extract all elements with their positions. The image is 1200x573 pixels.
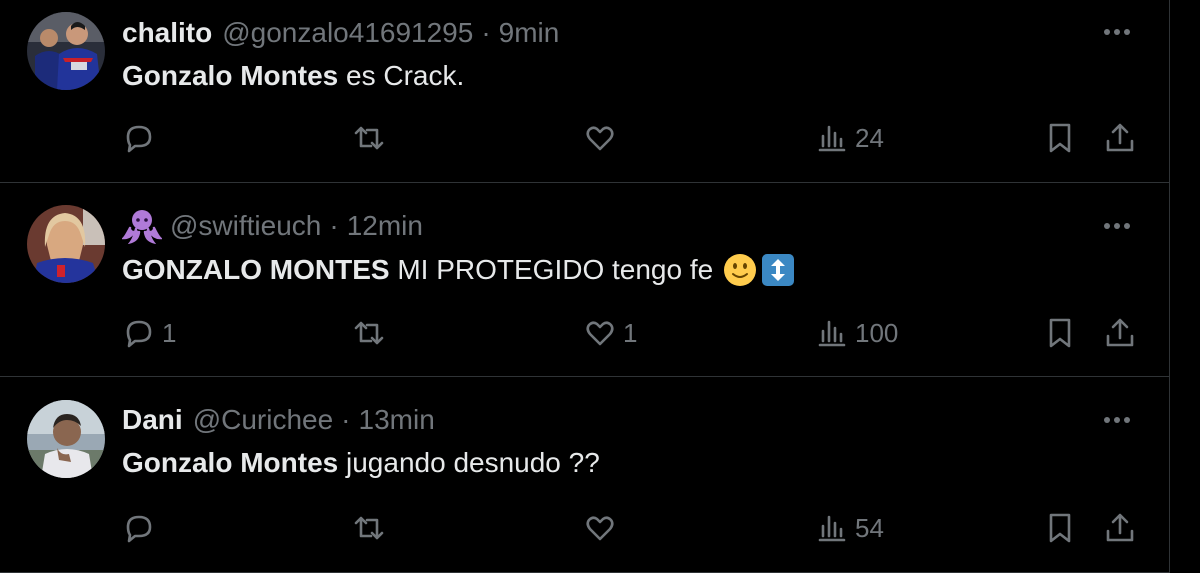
separator: · xyxy=(329,210,339,241)
share-button[interactable] xyxy=(1103,508,1137,548)
avatar-photo-football-player xyxy=(27,12,105,90)
bookmark-icon xyxy=(1049,123,1071,153)
share-icon xyxy=(1106,318,1134,347)
tweet-text-rest: es Crack. xyxy=(338,60,465,91)
share-button[interactable] xyxy=(1103,313,1137,353)
retweet-button[interactable] xyxy=(352,313,392,353)
reply-icon xyxy=(126,320,152,348)
bookmark-button[interactable] xyxy=(1043,118,1077,158)
views-count: 24 xyxy=(855,122,884,153)
heart-icon xyxy=(586,321,614,346)
tweet-text: Gonzalo Montes jugando desnudo ?? xyxy=(122,447,600,479)
tweet-3[interactable]: Dani @Curichee · 13min Gonzalo Montes ju… xyxy=(0,377,1169,573)
separator: · xyxy=(341,404,351,435)
separator: · xyxy=(481,17,491,48)
more-options-icon[interactable] xyxy=(1099,404,1135,436)
retweet-button[interactable] xyxy=(352,118,392,158)
share-icon xyxy=(1106,513,1134,542)
like-button[interactable] xyxy=(583,118,623,158)
views-chart-icon xyxy=(818,515,846,542)
share-icon xyxy=(1106,123,1134,152)
bookmark-button[interactable] xyxy=(1043,508,1077,548)
like-button[interactable]: 1 xyxy=(583,313,637,353)
action-bar: 54 xyxy=(0,508,1169,548)
tweet-text: Gonzalo Montes es Crack. xyxy=(122,60,464,92)
retweet-icon xyxy=(354,321,384,345)
retweet-icon xyxy=(354,516,384,540)
tweet-text: GONZALO MONTES MI PROTEGIDO tengo fe xyxy=(122,253,795,287)
reply-icon xyxy=(126,125,152,153)
user-handle[interactable]: @swiftieuch xyxy=(170,210,321,242)
reply-button[interactable] xyxy=(122,118,162,158)
tweet-header: @swiftieuch · 12min xyxy=(122,208,423,244)
views-chart-icon xyxy=(818,125,846,152)
up-down-arrow-icon xyxy=(762,254,795,286)
views-button[interactable]: 100 xyxy=(815,313,898,353)
timestamp[interactable]: 12min xyxy=(347,210,423,242)
share-button[interactable] xyxy=(1103,118,1137,158)
tweet-text-bold: Gonzalo Montes xyxy=(122,447,339,478)
views-button[interactable]: 54 xyxy=(815,508,884,548)
timestamp[interactable]: 9min xyxy=(499,17,560,49)
tweet-header: chalito @gonzalo41691295 · 9min xyxy=(122,15,559,51)
avatar-photo-person-outdoors xyxy=(27,400,105,478)
bookmark-icon xyxy=(1049,513,1071,543)
tweet-text-bold: GONZALO MONTES xyxy=(122,254,390,285)
heart-icon xyxy=(586,126,614,151)
tweet-text-rest: MI PROTEGIDO tengo fe xyxy=(389,254,714,285)
reply-feed: chalito @gonzalo41691295 · 9min Gonzalo … xyxy=(0,0,1170,573)
reply-button[interactable] xyxy=(122,508,162,548)
avatar-photo-person-in-jersey xyxy=(27,205,105,283)
display-name[interactable]: chalito xyxy=(122,17,212,49)
user-handle[interactable]: @gonzalo41691295 xyxy=(222,17,473,49)
avatar[interactable] xyxy=(27,400,105,478)
avatar[interactable] xyxy=(27,12,105,90)
tweet-header: Dani @Curichee · 13min xyxy=(122,402,435,438)
action-bar: 24 xyxy=(0,118,1169,158)
tweet-text-bold: Gonzalo Montes xyxy=(122,60,339,91)
like-button[interactable] xyxy=(583,508,623,548)
views-button[interactable]: 24 xyxy=(815,118,884,158)
reply-count: 1 xyxy=(162,317,177,348)
avatar[interactable] xyxy=(27,205,105,283)
bookmark-icon xyxy=(1049,318,1071,348)
views-count: 54 xyxy=(855,512,884,543)
views-count: 100 xyxy=(855,317,899,348)
more-options-icon[interactable] xyxy=(1099,210,1135,242)
tweet-2[interactable]: @swiftieuch · 12min GONZALO MONTES MI PR… xyxy=(0,183,1169,377)
display-name[interactable]: Dani xyxy=(122,404,183,436)
tweet-text-rest: jugando desnudo ?? xyxy=(338,447,600,478)
timestamp[interactable]: 13min xyxy=(359,404,435,436)
retweet-icon xyxy=(354,126,384,150)
heart-icon xyxy=(586,516,614,541)
tweet-1[interactable]: chalito @gonzalo41691295 · 9min Gonzalo … xyxy=(0,0,1169,183)
like-count: 1 xyxy=(623,317,638,348)
slightly-smiling-face-icon xyxy=(724,254,757,286)
user-handle[interactable]: @Curichee xyxy=(193,404,333,436)
reply-button[interactable]: 1 xyxy=(122,313,176,353)
retweet-button[interactable] xyxy=(352,508,392,548)
more-options-icon[interactable] xyxy=(1099,16,1135,48)
action-bar: 1 1 100 xyxy=(0,313,1169,353)
octopus-icon[interactable] xyxy=(122,208,162,244)
reply-icon xyxy=(126,515,152,543)
views-chart-icon xyxy=(818,320,846,347)
bookmark-button[interactable] xyxy=(1043,313,1077,353)
